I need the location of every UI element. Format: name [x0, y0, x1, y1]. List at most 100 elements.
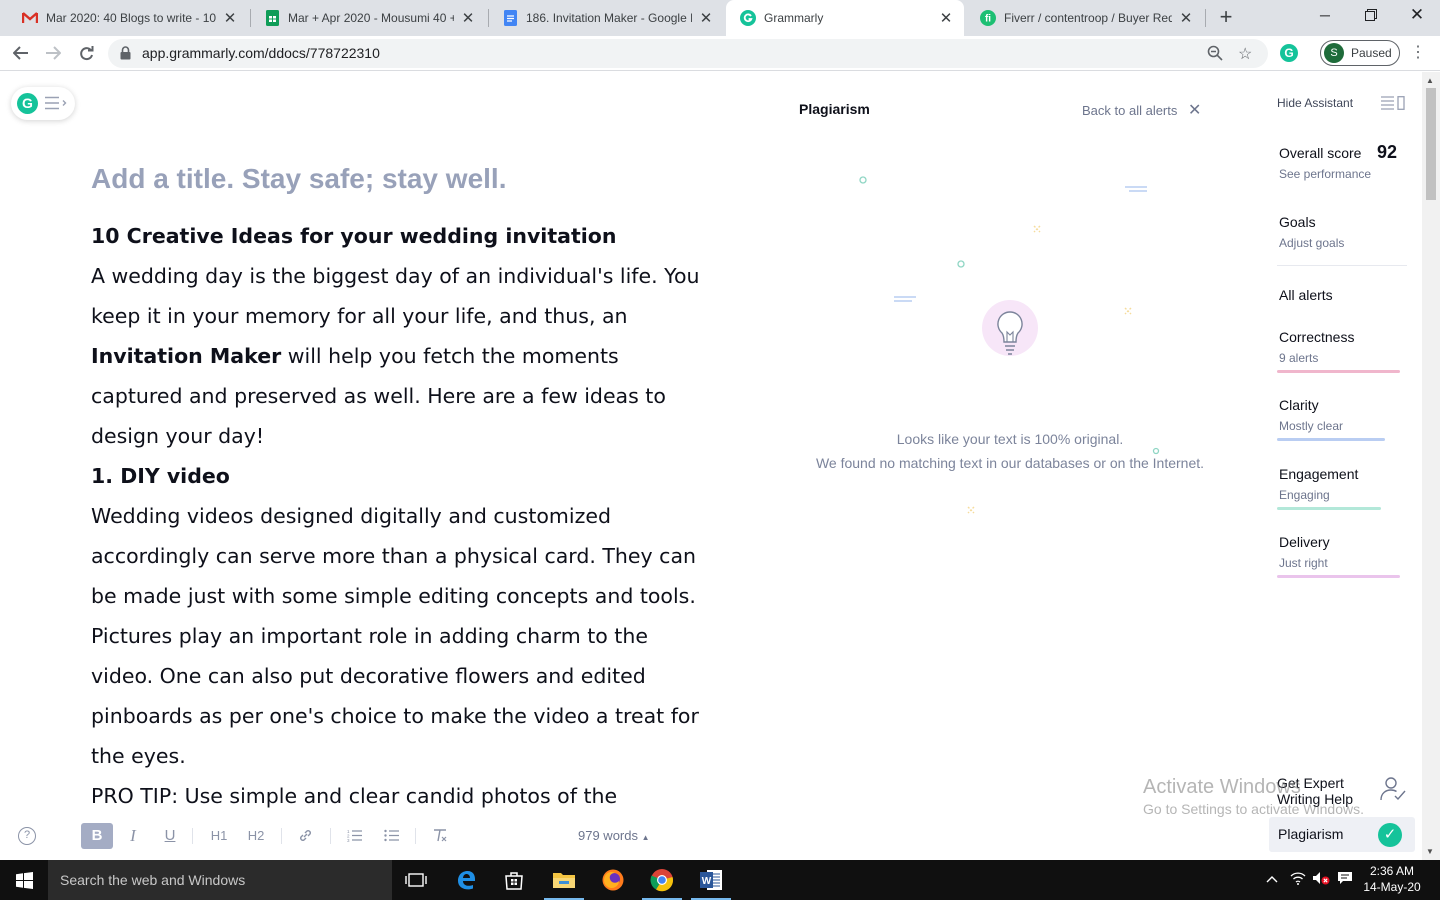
category-status: 9 alerts — [1279, 351, 1319, 365]
underline-button[interactable]: U — [162, 823, 178, 849]
word-count-text: 979 words — [578, 828, 638, 843]
activate-windows-watermark: Activate Windows — [1143, 776, 1301, 798]
close-icon[interactable]: ✕ — [460, 9, 476, 27]
heading2-button[interactable]: H2 — [245, 823, 267, 849]
store-icon[interactable] — [490, 860, 538, 900]
clock-time: 2:36 AM — [1369, 864, 1415, 878]
bookmark-star-icon[interactable]: ☆ — [1238, 44, 1252, 64]
hide-assistant-button[interactable]: Hide Assistant — [1277, 96, 1353, 110]
category-status: Just right — [1279, 556, 1328, 570]
document-title-placeholder[interactable]: Add a title. Stay safe; stay well. — [91, 163, 506, 195]
gmail-icon — [22, 10, 38, 26]
word-icon[interactable]: W — [687, 860, 735, 900]
numbered-list-icon[interactable]: 123 — [345, 823, 363, 849]
clear-formatting-icon[interactable] — [431, 823, 449, 849]
file-explorer-icon[interactable] — [540, 860, 588, 900]
back-to-alerts-link[interactable]: Back to all alerts — [1082, 103, 1177, 118]
plagiarism-button[interactable]: Plagiarism ✓ — [1269, 817, 1415, 852]
close-icon[interactable]: ✕ — [1178, 9, 1194, 27]
word-count[interactable]: 979 words ▲ — [578, 828, 650, 843]
tab-title: Mar 2020: 40 Blogs to write - 100 — [46, 11, 216, 25]
address-bar[interactable]: app.grammarly.com/ddocs/778722310 ☆ — [108, 39, 1268, 68]
scrollbar[interactable]: ▲ ▼ — [1422, 72, 1440, 860]
category-bar — [1277, 507, 1381, 510]
tab-fiverr[interactable]: fi Fiverr / contentroop / Buyer Req ✕ — [966, 0, 1204, 36]
tab-title: Grammarly — [764, 11, 824, 25]
notifications-icon[interactable] — [1337, 871, 1353, 888]
window-close-button[interactable]: ✕ — [1394, 0, 1440, 30]
browser-tab-strip: Mar 2020: 40 Blogs to write - 100 ✕ Mar … — [0, 0, 1440, 36]
see-performance-link[interactable]: See performance — [1279, 167, 1371, 181]
paragraph: Wedding videos designed digitally and cu… — [91, 504, 699, 768]
scroll-down-arrow-icon[interactable]: ▼ — [1426, 847, 1434, 856]
url-text: app.grammarly.com/ddocs/778722310 — [142, 45, 380, 61]
grammarly-menu-button[interactable]: G — [11, 87, 75, 120]
wifi-icon[interactable] — [1290, 871, 1306, 888]
activate-windows-subtext: Go to Settings to activate Windows. — [1143, 801, 1364, 817]
bold-text: Invitation Maker — [91, 344, 282, 368]
tab-separator — [1205, 9, 1206, 27]
bold-button[interactable]: B — [81, 823, 113, 849]
help-icon[interactable]: ? — [18, 827, 36, 845]
back-arrow-icon[interactable] — [8, 41, 34, 65]
category-name: Clarity — [1279, 397, 1319, 413]
sidebar-toggle-icon[interactable] — [1381, 96, 1405, 115]
taskbar-clock[interactable]: 2:36 AM 14-May-20 — [1362, 863, 1422, 895]
overall-score-value: 92 — [1377, 142, 1398, 162]
browser-toolbar: app.grammarly.com/ddocs/778722310 ☆ G S … — [0, 36, 1440, 71]
task-view-icon[interactable] — [392, 860, 440, 900]
reload-icon[interactable] — [73, 41, 99, 65]
category-name: Engagement — [1279, 466, 1359, 482]
link-icon[interactable] — [296, 823, 314, 849]
forward-arrow-icon[interactable] — [40, 41, 66, 65]
tab-gmail[interactable]: Mar 2020: 40 Blogs to write - 100 ✕ — [8, 0, 248, 36]
plagiarism-result-detail: We found no matching text in our databas… — [815, 455, 1205, 471]
tab-sheets[interactable]: Mar + Apr 2020 - Mousumi 40 + ✕ — [250, 0, 486, 36]
expert-person-icon[interactable] — [1380, 776, 1406, 807]
close-icon[interactable]: ✕ — [222, 9, 238, 27]
scrollbar-thumb[interactable] — [1426, 88, 1436, 200]
minimize-button[interactable]: ─ — [1302, 0, 1348, 30]
heading1-button[interactable]: H1 — [208, 823, 230, 849]
zoom-icon[interactable] — [1207, 45, 1223, 66]
italic-button[interactable]: I — [125, 823, 141, 849]
svg-text:3: 3 — [347, 838, 350, 842]
chevron-up-icon[interactable] — [1266, 871, 1278, 886]
lightbulb-icon — [980, 298, 1040, 368]
toolbar-divider — [192, 828, 193, 844]
edge-browser-icon[interactable] — [442, 860, 490, 900]
firefox-icon[interactable] — [589, 860, 637, 900]
category-bar — [1277, 370, 1400, 373]
tab-grammarly[interactable]: Grammarly ✕ — [726, 0, 964, 36]
volume-muted-icon[interactable] — [1312, 871, 1330, 888]
adjust-goals-link[interactable]: Adjust goals — [1279, 236, 1344, 250]
clock-date: 14-May-20 — [1363, 880, 1421, 894]
category-name: Correctness — [1279, 329, 1355, 345]
svg-text:W: W — [702, 876, 712, 887]
close-icon[interactable]: ✕ — [698, 9, 714, 27]
bullet-list-icon[interactable] — [382, 823, 400, 849]
tab-docs[interactable]: 186. Invitation Maker - Google D ✕ — [488, 0, 724, 36]
all-alerts-link[interactable]: All alerts — [1279, 287, 1333, 303]
grammarly-extension-icon[interactable]: G — [1280, 44, 1298, 62]
more-menu-icon[interactable]: ⋮ — [1410, 42, 1426, 62]
chrome-icon[interactable] — [638, 860, 686, 900]
sidebar-divider — [1277, 265, 1407, 266]
overall-score-label[interactable]: Overall score — [1279, 145, 1361, 161]
new-tab-button[interactable]: + — [1214, 4, 1238, 30]
paragraph-text: A wedding day is the biggest day of an i… — [91, 264, 700, 328]
maximize-button[interactable] — [1348, 0, 1394, 30]
profile-status: Paused — [1351, 46, 1392, 60]
scroll-up-arrow-icon[interactable]: ▲ — [1426, 76, 1434, 85]
taskbar-search-placeholder: Search the web and Windows — [60, 872, 246, 888]
windows-start-icon[interactable] — [0, 860, 48, 900]
profile-button[interactable]: S Paused — [1320, 40, 1400, 66]
category-bar — [1277, 438, 1385, 441]
checkmark-icon: ✓ — [1378, 823, 1402, 847]
close-icon[interactable]: ✕ — [938, 9, 954, 27]
close-icon[interactable]: ✕ — [1188, 100, 1201, 120]
goals-label[interactable]: Goals — [1279, 214, 1316, 230]
grammarly-logo-icon: G — [17, 93, 38, 114]
taskbar-search[interactable]: Search the web and Windows — [48, 860, 392, 900]
document-body[interactable]: 10 Creative Ideas for your wedding invit… — [91, 216, 711, 816]
